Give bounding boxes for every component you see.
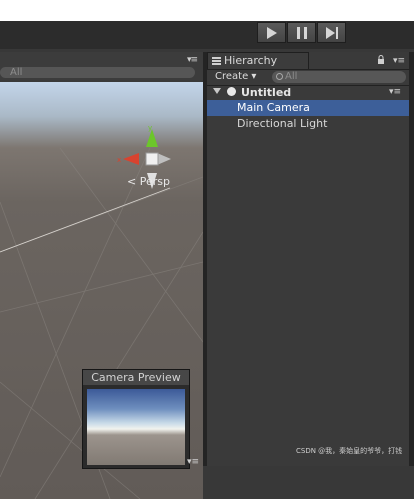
camera-preview-image [87, 389, 185, 465]
hierarchy-menu-icon[interactable]: ▾≡ [393, 56, 405, 66]
pause-button[interactable] [287, 22, 316, 43]
create-label: Create [215, 71, 249, 82]
camera-preview-title: Camera Preview [83, 370, 189, 385]
hierarchy-item-label: Main Camera [237, 101, 310, 114]
scene-header: ▾≡ All [0, 52, 203, 80]
scene-search-placeholder: All [10, 67, 23, 78]
tab-hierarchy-label: Hierarchy [224, 54, 278, 67]
gizmo-x-label: x [117, 156, 121, 164]
toolbar [0, 21, 414, 49]
pause-icon [296, 26, 307, 39]
watermark: CSDN @我，秦始皇的爷爷，打钱 [296, 447, 403, 455]
create-dropdown[interactable]: Create ▾ [215, 71, 256, 83]
scene-viewport[interactable]: y x < Persp Camera Preview [0, 82, 203, 499]
tab-hierarchy[interactable]: Hierarchy [207, 52, 309, 69]
scene-name: Untitled [241, 86, 292, 99]
play-controls [257, 22, 347, 44]
persp-label[interactable]: < Persp [127, 175, 170, 188]
menu-icon[interactable]: ▾≡ [187, 55, 198, 65]
play-button[interactable] [257, 22, 286, 43]
unity-scene-icon [227, 87, 236, 96]
lock-icon[interactable] [377, 55, 385, 64]
search-icon [276, 73, 283, 80]
hierarchy-item-directional-light[interactable]: Directional Light [207, 116, 414, 132]
hierarchy-toolbar: Create ▾ All [207, 69, 414, 86]
top-white-bar [0, 0, 414, 21]
hierarchy-search-input[interactable]: All [272, 71, 406, 83]
scene-panel: ▾≡ All y x < Persp Camera Preview [0, 52, 203, 499]
hierarchy-item-label: Directional Light [237, 117, 328, 130]
fold-arrow-icon[interactable] [213, 88, 221, 94]
scene-row-menu-icon[interactable]: ▾≡ [389, 87, 401, 97]
persp-label-text: Persp [139, 175, 170, 188]
hierarchy-panel: Hierarchy ▾≡ Create ▾ All Untitled ▾≡ Ma… [207, 52, 414, 466]
scene-search-input[interactable]: All [0, 67, 195, 78]
step-button[interactable] [317, 22, 346, 43]
list-icon [212, 56, 221, 67]
right-edge-strip [409, 52, 414, 466]
gizmo-y-label: y [148, 125, 152, 132]
hierarchy-search-placeholder: All [285, 71, 298, 82]
play-icon [266, 26, 277, 39]
scene-root-row[interactable]: Untitled ▾≡ [207, 85, 414, 100]
step-icon [325, 26, 338, 39]
camera-preview: Camera Preview [82, 369, 190, 469]
hierarchy-item-main-camera[interactable]: Main Camera [207, 100, 414, 116]
